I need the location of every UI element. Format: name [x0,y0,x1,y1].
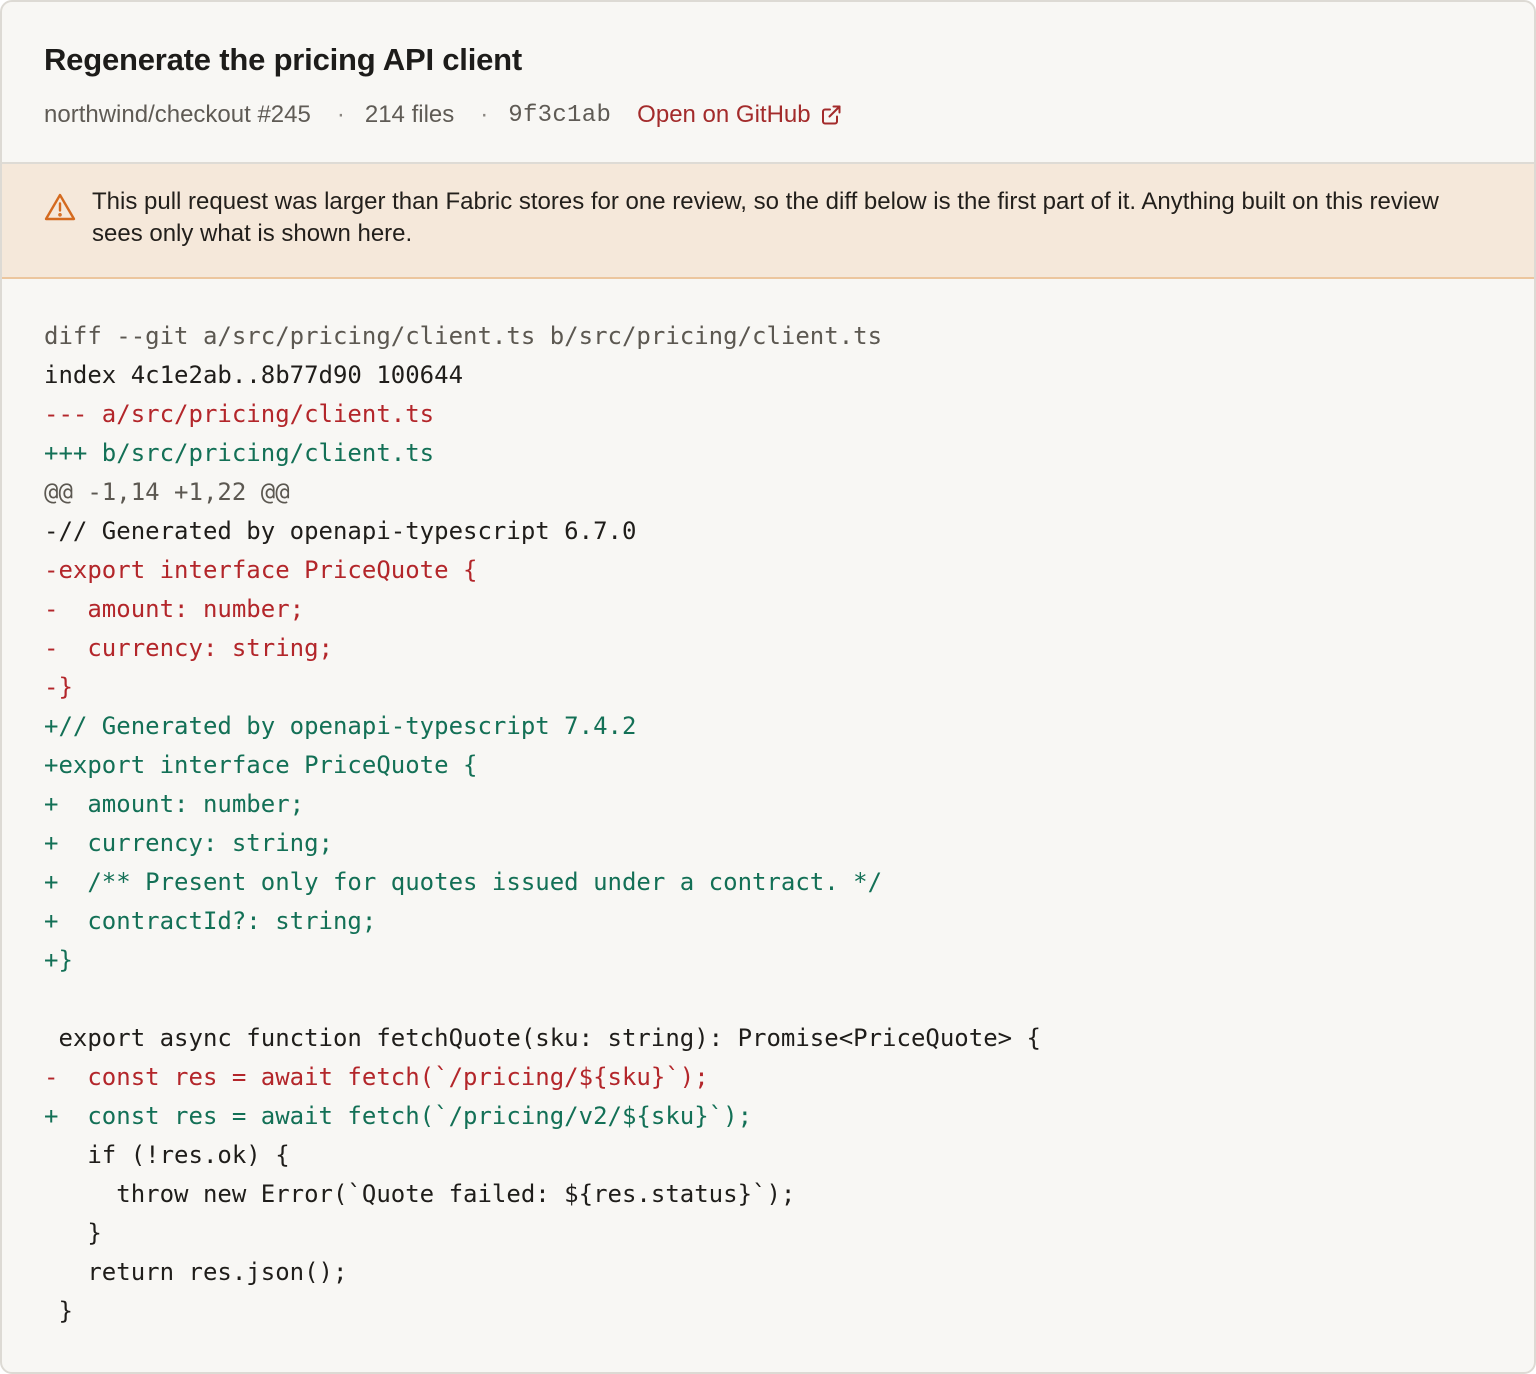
diff-line-add: +// Generated by openapi-typescript 7.4.… [44,712,637,740]
diff-line-ctx [44,980,1534,1019]
notice-text: This pull request was larger than Fabric… [92,188,1439,247]
diff-line-add: + const res = await fetch(`/pricing/v2/$… [44,1102,753,1130]
meta-separator: · [336,101,345,128]
diff-line-add: + amount: number; [44,790,305,818]
diff-line-add: +export interface PriceQuote { [44,751,478,779]
pr-meta: northwind/checkout #245 · 214 files · 9f… [44,98,1492,132]
meta-separator: · [480,101,489,128]
truncation-notice: This pull request was larger than Fabric… [2,164,1534,279]
diff-line-del: - const res = await fetch(`/pricing/${sk… [44,1063,709,1091]
diff-line-ctx: export async function fetchQuote(sku: st… [44,1024,1041,1052]
diff-line-del: -} [44,673,73,701]
diff-line-ctx: -// Generated by openapi-typescript 6.7.… [44,517,637,545]
diff-line-del: --- a/src/pricing/client.ts [44,400,435,428]
diff-line-meta: @@ -1,14 +1,22 @@ [44,478,290,506]
diff-view: diff --git a/src/pricing/client.ts b/src… [2,279,1534,1331]
diff-line-meta: diff --git a/src/pricing/client.ts b/src… [44,322,883,350]
diff-line-ctx: throw new Error(`Quote failed: ${res.sta… [44,1180,796,1208]
commit-sha: 9f3c1ab [508,101,612,129]
diff-line-add: +} [44,946,73,974]
pull-request-card: Regenerate the pricing API client northw… [0,0,1536,1374]
repo-pr-label: northwind/checkout #245 [44,101,311,128]
external-link-icon [820,104,842,126]
diff-line-del: -export interface PriceQuote { [44,556,478,584]
pr-header: Regenerate the pricing API client northw… [2,2,1534,164]
diff-line-ctx: } [44,1297,73,1325]
diff-line-add: + currency: string; [44,829,333,857]
open-on-github-link[interactable]: Open on GitHub [637,101,841,129]
page-title: Regenerate the pricing API client [44,42,523,77]
file-count: 214 files [364,101,455,128]
warning-triangle-icon [44,192,76,222]
diff-line-del: - amount: number; [44,595,305,623]
diff-line-del: - currency: string; [44,634,333,662]
diff-line-add: +++ b/src/pricing/client.ts [44,439,435,467]
diff-line-ctx: index 4c1e2ab..8b77d90 100644 [44,361,464,389]
diff-line-add: + contractId?: string; [44,907,377,935]
diff-line-ctx: if (!res.ok) { [44,1141,290,1169]
diff-line-ctx: return res.json(); [44,1258,348,1286]
diff-line-ctx: } [44,1219,102,1247]
open-on-github-label: Open on GitHub [637,101,811,128]
diff-line-add: + /** Present only for quotes issued und… [44,868,883,896]
